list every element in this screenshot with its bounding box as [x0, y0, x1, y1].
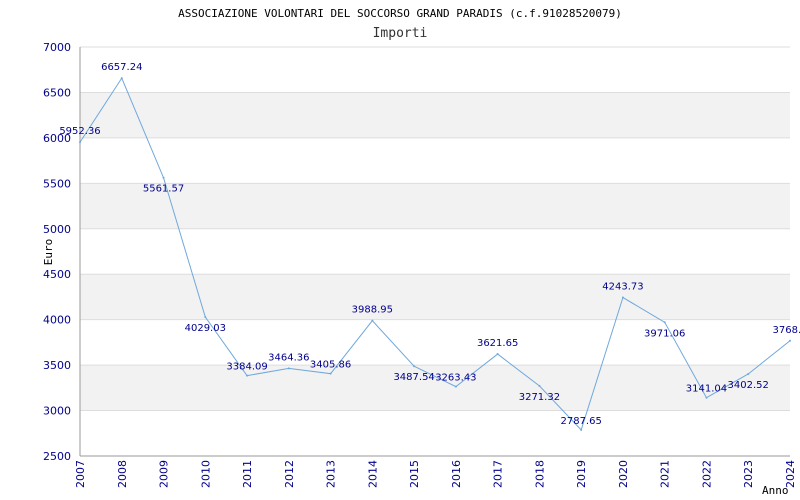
x-tick-label: 2012: [283, 460, 296, 488]
data-point: [246, 374, 249, 377]
data-label: 6657.24: [101, 62, 142, 73]
grid-band: [80, 92, 790, 138]
data-point: [204, 316, 207, 319]
y-tick-label: 3000: [43, 405, 71, 418]
data-label: 3402.52: [728, 380, 769, 391]
data-point: [621, 296, 624, 299]
x-tick-label: 2010: [199, 460, 212, 488]
data-point: [454, 385, 457, 388]
x-tick-label: 2023: [742, 460, 755, 488]
x-tick-label: 2007: [74, 460, 87, 488]
data-label: 2787.65: [560, 416, 601, 427]
x-tick-label: 2011: [241, 460, 254, 488]
x-tick-label: 2020: [617, 460, 630, 488]
data-label: 4243.73: [602, 282, 643, 293]
data-point: [663, 321, 666, 324]
line-chart: ASSOCIAZIONE VOLONTARI DEL SOCCORSO GRAN…: [42, 7, 800, 497]
data-label: 4029.03: [185, 323, 226, 334]
y-tick-label: 3500: [43, 359, 71, 372]
y-tick-label: 6500: [43, 86, 71, 99]
data-point: [162, 176, 165, 179]
data-label: 3971.06: [644, 328, 685, 339]
chart-subtitle: Importi: [373, 26, 428, 41]
data-label: 5561.57: [143, 184, 184, 195]
chart-container: ASSOCIAZIONE VOLONTARI DEL SOCCORSO GRAN…: [0, 0, 800, 500]
grid-band: [80, 183, 790, 229]
data-point: [287, 367, 290, 370]
data-point: [413, 365, 416, 368]
data-label: 5952.36: [59, 126, 100, 137]
data-point: [496, 353, 499, 356]
x-tick-label: 2024: [784, 460, 797, 488]
data-point: [747, 372, 750, 375]
x-tick-label: 2014: [366, 460, 379, 488]
x-tick-label: 2019: [575, 460, 588, 488]
data-point: [538, 384, 541, 387]
data-label: 3141.04: [686, 384, 727, 395]
y-tick-label: 5500: [43, 177, 71, 190]
x-tick-label: 2008: [116, 460, 129, 488]
x-tick-label: 2022: [700, 460, 713, 488]
x-tick-label: 2018: [533, 460, 546, 488]
data-point: [789, 339, 791, 342]
chart-title: ASSOCIAZIONE VOLONTARI DEL SOCCORSO GRAN…: [178, 7, 622, 20]
x-tick-label: 2021: [659, 460, 672, 488]
x-tick-label: 2013: [325, 460, 338, 488]
data-point: [371, 319, 374, 322]
data-label: 3384.09: [226, 362, 267, 373]
y-tick-label: 4500: [43, 268, 71, 281]
y-tick-label: 5000: [43, 223, 71, 236]
data-label: 3464.36: [268, 352, 309, 363]
y-axis-label: Euro: [42, 239, 55, 266]
data-label: 3988.95: [352, 305, 393, 316]
y-tick-label: 2500: [43, 450, 71, 463]
x-tick-label: 2009: [158, 460, 171, 488]
data-point: [79, 141, 81, 144]
data-label: 3271.32: [519, 392, 560, 403]
x-tick-labels: 2007 2008 2009 2010 2011 2012 2013 2014 2015 2016…: [74, 460, 797, 488]
data-point: [120, 77, 123, 80]
data-label: 3768.0: [773, 325, 800, 336]
x-tick-label: 2017: [492, 460, 505, 488]
background-bands: [80, 92, 790, 411]
data-point: [329, 372, 332, 375]
y-tick-label: 7000: [43, 41, 71, 54]
x-tick-label: 2015: [408, 460, 421, 488]
x-tick-label: 2016: [450, 460, 463, 488]
grid-band: [80, 274, 790, 320]
y-tick-label: 4000: [43, 314, 71, 327]
data-label: 3487.54: [393, 372, 434, 383]
data-label: 3405.86: [310, 360, 351, 371]
data-point: [705, 396, 708, 399]
data-label: 3621.65: [477, 338, 518, 349]
data-label: 3263.43: [435, 373, 476, 384]
data-point: [580, 428, 583, 431]
